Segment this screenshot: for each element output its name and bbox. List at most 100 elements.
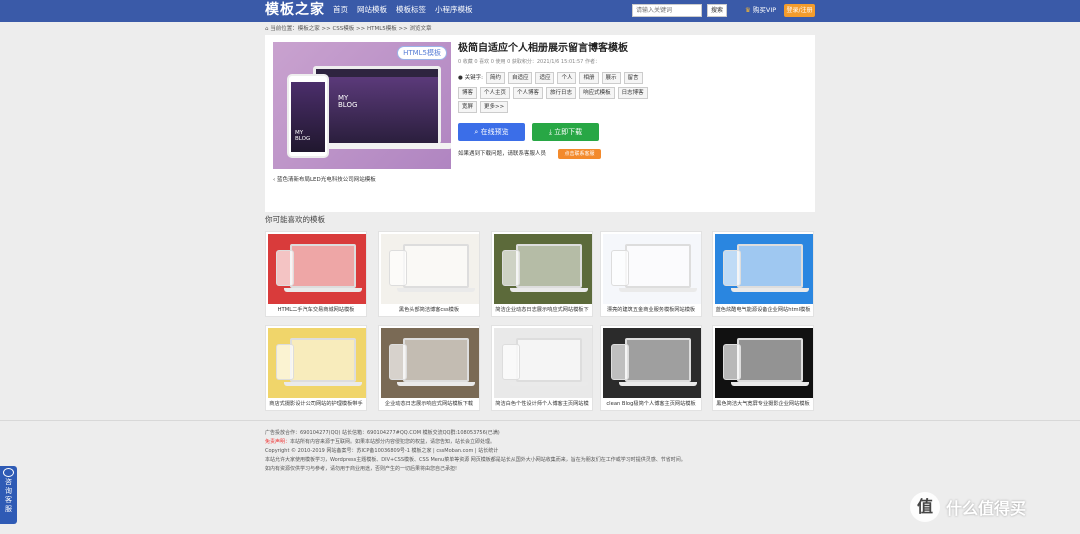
online-preview-button[interactable]: ⌕ 在线预览 [458,123,525,141]
keywords-label: ● 关键字: [458,75,483,81]
phone-mockup [611,344,629,380]
template-caption[interactable]: 企业动态日志展示响应式网站模板下载 [379,400,479,408]
phone-blog-text: MY BLOG [295,130,311,142]
laptop-base [397,288,475,292]
keyword-tag[interactable]: 个人主页 [480,87,511,99]
nav-template-tags[interactable]: 模板标签 [396,5,426,15]
phone-mockup [723,344,741,380]
template-thumbnail [715,328,813,398]
laptop-base [731,288,809,292]
keyword-tag[interactable]: 旅行日志 [546,87,577,99]
keyword-tag[interactable]: 展示 [601,72,621,84]
laptop-base [284,382,362,386]
chat-bubble-icon [3,468,14,477]
phone-mockup [389,344,407,380]
main-nav: 首页 网站模板 模板标签 小程序模板 [333,5,473,15]
nav-home[interactable]: 首页 [333,5,348,15]
contact-service-button[interactable]: 点击联系客服 [558,149,601,159]
search-icon: ⌕ [474,128,479,136]
template-thumbnail [494,328,592,398]
template-preview-image[interactable]: HTML5模板 MY BLOG MY BLOG [273,42,451,169]
keyword-tag[interactable]: 个人博客 [513,87,544,99]
phone-screen: MY BLOG [291,82,325,152]
download-problem-text: 如果遇到下载问题，请联系客服人员 [458,151,547,157]
keyword-tag[interactable]: 日志博客 [617,87,648,99]
keyword-tag[interactable]: 宽屏 [458,101,478,113]
template-caption[interactable]: 简洁企业动态日志展示响应式网站模板下 [492,306,592,314]
laptop-mockup [737,338,803,382]
laptop-screen: MY BLOG [316,77,438,144]
footer-copyright-line: Copyright © 2010-2019 网站备案号：苏ICP备1003680… [265,448,499,454]
keyword-tag[interactable]: 自适应 [507,72,533,84]
phone-mockup [276,250,294,286]
search-input[interactable] [632,4,702,17]
more-keywords-link[interactable]: 更多>> [480,101,509,113]
phone-mockup [389,250,407,286]
watermark: 值 什么值得买 [910,492,1026,522]
blog-hero-text: MY BLOG [338,94,358,109]
search-button[interactable]: 搜索 [707,4,727,17]
laptop-base [619,288,697,292]
keyword-tag[interactable]: 简约 [485,72,505,84]
related-template-card[interactable]: HTML二手汽车交易商城网站模板 [265,231,367,317]
template-caption[interactable]: 商店式摄影设计公司网站的护理模板带手 [266,400,366,408]
keyword-tag[interactable]: 相册 [579,72,599,84]
template-title: 极简自适应个人相册展示留言博客模板 [458,43,628,54]
laptop-mockup [516,338,582,382]
laptop-mockup [403,338,469,382]
login-register-button[interactable]: 登录/注册 [784,4,815,17]
keyword-tag[interactable]: 适应 [535,72,555,84]
template-meta: 0 收藏 0 喜欢 0 使用 0 获取积分：2021/1/6 15:01:57 … [458,59,600,65]
laptop-base [284,288,362,292]
keyword-tag[interactable]: 留言 [623,72,643,84]
laptop-mockup [290,244,356,288]
site-logo[interactable]: 模板之家 [265,1,325,20]
template-caption[interactable]: 黑色简洁大气宽屏专业摄影企业网站模板 [713,400,813,408]
laptop-mockup [403,244,469,288]
related-template-card[interactable]: 黑色简洁大气宽屏专业摄影企业网站模板 [712,325,814,411]
html5-tag-badge: HTML5模板 [397,46,447,60]
template-caption[interactable]: HTML二手汽车交易商城网站模板 [266,306,366,314]
keyword-tag[interactable]: 博客 [458,87,478,99]
home-icon: ⌂ [265,26,269,32]
watermark-logo-icon: 值 [910,492,940,522]
keyword-tag[interactable]: 个人 [557,72,577,84]
laptop-mockup [516,244,582,288]
breadcrumb-text: 当前位置：模板之家 >> CSS模板 >> HTML5模板 >> 浏览文章 [270,26,432,32]
related-template-card[interactable]: 简洁企业动态日志展示响应式网站模板下 [491,231,593,317]
phone-mockup: MY BLOG [287,74,329,158]
related-template-card[interactable]: clean Blog极简个人博客主页网站模板 [600,325,702,411]
related-template-card[interactable]: 商店式摄影设计公司网站的护理模板带手 [265,325,367,411]
phone-mockup [502,250,520,286]
related-template-card[interactable]: 漂亮的建筑五金商业服务模板网站模板 [600,231,702,317]
template-caption[interactable]: clean Blog极简个人博客主页网站模板 [601,400,701,408]
related-template-card[interactable]: 企业动态日志展示响应式网站模板下载 [378,325,480,411]
template-caption[interactable]: 简洁白色个性设计师个人博客主页网站模 [492,400,592,408]
previous-template-link[interactable]: ‹ 蓝色清新布局LED光电科技公司网站模板 [273,176,376,184]
phone-mockup [276,344,294,380]
template-caption[interactable]: 漂亮的建筑五金商业服务模板网站模板 [601,306,701,314]
vip-label: 购买VIP [752,6,777,14]
template-thumbnail [603,328,701,398]
related-template-card[interactable]: 蓝色炫酷电气能源设备企业网站html模板 [712,231,814,317]
footer-disclaimer-line: 免责声明：本站所有内容来源于互联网。如果本站部分内容侵犯您的权益，请您告知，站长… [265,439,496,445]
nav-mini-program-templates[interactable]: 小程序模板 [435,5,473,15]
keyword-tag[interactable]: 响应式模板 [579,87,615,99]
related-template-card[interactable]: 简洁白色个性设计师个人博客主页网站模 [491,325,593,411]
download-button[interactable]: ⤓ 立即下载 [532,123,599,141]
download-icon: ⤓ [548,128,552,136]
related-template-card[interactable]: 黑色头部简洁博客css模板 [378,231,480,317]
buy-vip-link[interactable]: ♛ 购买VIP [745,5,776,15]
template-caption[interactable]: 蓝色炫酷电气能源设备企业网站html模板 [713,306,813,314]
laptop-base [397,382,475,386]
template-thumbnail [268,328,366,398]
template-thumbnail [494,234,592,304]
template-caption[interactable]: 黑色头部简洁博客css模板 [379,306,479,314]
nav-website-templates[interactable]: 网站模板 [357,5,387,15]
tag-icon: ● [458,75,463,81]
template-thumbnail [268,234,366,304]
laptop-mockup [737,244,803,288]
customer-service-tab[interactable]: 咨询客服 [0,466,17,524]
template-detail-panel: HTML5模板 MY BLOG MY BLOG ‹ 蓝色清新布局LED光电科技公司网… [265,35,815,212]
laptop-base [510,382,588,386]
